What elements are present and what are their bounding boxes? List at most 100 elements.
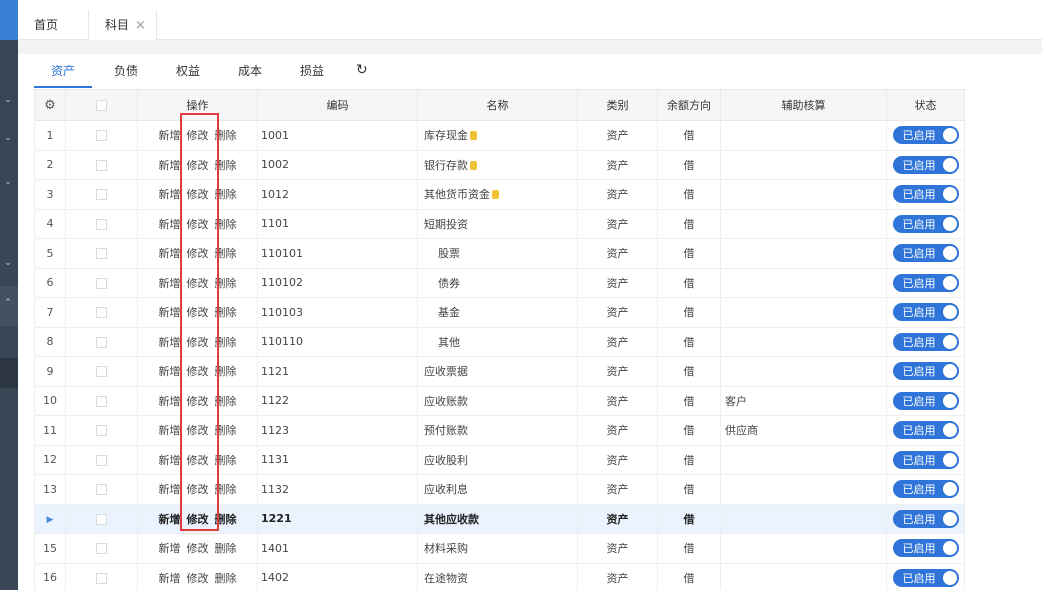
edit-button[interactable]: 修改 xyxy=(187,483,209,496)
edit-button[interactable]: 修改 xyxy=(187,395,209,408)
add-button[interactable]: 新增 xyxy=(159,395,181,408)
status-toggle[interactable]: 已启用 xyxy=(892,273,959,292)
table-row[interactable]: 11 新增 修改 删除 1123 预付账款 资产借供应商 已启用 xyxy=(34,415,965,446)
status-toggle[interactable]: 已启用 xyxy=(892,539,959,558)
add-button[interactable]: 新增 xyxy=(159,218,181,231)
row-select[interactable] xyxy=(65,208,138,239)
delete-button[interactable]: 删除 xyxy=(215,365,237,378)
status-toggle[interactable]: 已启用 xyxy=(892,303,959,322)
delete-button[interactable]: 删除 xyxy=(215,542,237,555)
row-checkbox[interactable] xyxy=(96,425,107,437)
table-row[interactable]: 16 新增 修改 删除 1402 在途物资 资产借已启用 xyxy=(34,562,965,590)
select-all-header[interactable] xyxy=(65,89,138,121)
edit-button[interactable]: 修改 xyxy=(187,277,209,290)
category-tab-equity[interactable]: 权益 xyxy=(166,58,210,88)
status-toggle[interactable]: 已启用 xyxy=(892,480,959,499)
edit-button[interactable]: 修改 xyxy=(187,424,209,437)
edit-button[interactable]: 修改 xyxy=(187,129,209,142)
settings-icon[interactable]: ⚙ xyxy=(44,98,56,113)
status-toggle[interactable]: 已启用 xyxy=(892,126,959,145)
edit-button[interactable]: 修改 xyxy=(187,159,209,172)
add-button[interactable]: 新增 xyxy=(159,483,181,496)
row-checkbox[interactable] xyxy=(96,336,107,348)
select-all-checkbox[interactable] xyxy=(96,100,107,111)
table-row[interactable]: 13 新增 修改 删除 1132 应收利息 资产借已启用 xyxy=(34,474,965,505)
row-select[interactable] xyxy=(65,297,138,328)
refresh-icon[interactable]: ↻ xyxy=(356,62,368,78)
table-row[interactable]: 5 新增 修改 删除 110101 股票 资产借已启用 xyxy=(34,238,965,269)
row-checkbox[interactable] xyxy=(96,484,107,496)
row-checkbox[interactable] xyxy=(96,513,107,525)
row-select[interactable] xyxy=(65,326,138,357)
tab-home[interactable]: 首页 xyxy=(18,10,74,40)
add-button[interactable]: 新增 xyxy=(159,336,181,349)
category-tab-cost[interactable]: 成本 xyxy=(228,58,272,88)
add-button[interactable]: 新增 xyxy=(159,542,181,555)
add-button[interactable]: 新增 xyxy=(159,306,181,319)
status-toggle[interactable]: 已启用 xyxy=(892,391,959,410)
add-button[interactable]: 新增 xyxy=(159,572,181,585)
close-icon[interactable]: × xyxy=(135,18,146,33)
row-select[interactable] xyxy=(65,533,138,564)
edit-button[interactable]: 修改 xyxy=(187,336,209,349)
add-button[interactable]: 新增 xyxy=(159,129,181,142)
row-select[interactable] xyxy=(65,503,138,534)
row-select[interactable] xyxy=(65,415,138,446)
row-checkbox[interactable] xyxy=(96,395,107,407)
delete-button[interactable]: 删除 xyxy=(215,513,237,526)
edit-button[interactable]: 修改 xyxy=(187,218,209,231)
add-button[interactable]: 新增 xyxy=(159,188,181,201)
table-row[interactable]: 12 新增 修改 删除 1131 应收股利 资产借已启用 xyxy=(34,444,965,475)
add-button[interactable]: 新增 xyxy=(159,424,181,437)
table-row[interactable]: 2 新增 修改 删除 1002 银行存款 资产借已启用 xyxy=(34,149,965,180)
add-button[interactable]: 新增 xyxy=(159,513,181,526)
row-checkbox[interactable] xyxy=(96,572,107,584)
table-row[interactable]: 9 新增 修改 删除 1121 应收票据 资产借已启用 xyxy=(34,356,965,387)
table-row[interactable]: 3 新增 修改 删除 1012 其他货币资金 资产借已启用 xyxy=(34,179,965,210)
add-button[interactable]: 新增 xyxy=(159,454,181,467)
chevron-down-icon[interactable]: ⌄ xyxy=(1,131,15,145)
row-select[interactable] xyxy=(65,120,138,151)
status-toggle[interactable]: 已启用 xyxy=(892,421,959,440)
status-toggle[interactable]: 已启用 xyxy=(892,362,959,381)
table-row[interactable]: 6 新增 修改 删除 110102 债券 资产借已启用 xyxy=(34,267,965,298)
row-select[interactable] xyxy=(65,356,138,387)
status-toggle[interactable]: 已启用 xyxy=(892,244,959,263)
category-tab-assets[interactable]: 资产 xyxy=(34,58,92,88)
row-select[interactable] xyxy=(65,179,138,210)
delete-button[interactable]: 删除 xyxy=(215,483,237,496)
delete-button[interactable]: 删除 xyxy=(215,454,237,467)
delete-button[interactable]: 删除 xyxy=(215,159,237,172)
row-checkbox[interactable] xyxy=(96,218,107,230)
status-toggle[interactable]: 已启用 xyxy=(892,332,959,351)
row-select[interactable] xyxy=(65,444,138,475)
table-row[interactable]: 4 新增 修改 删除 1101 短期投资 资产借已启用 xyxy=(34,208,965,239)
edit-button[interactable]: 修改 xyxy=(187,365,209,378)
tab-subjects[interactable]: 科目 × xyxy=(88,10,157,40)
row-select[interactable] xyxy=(65,149,138,180)
row-checkbox[interactable] xyxy=(96,159,107,171)
row-checkbox[interactable] xyxy=(96,130,107,142)
status-toggle[interactable]: 已启用 xyxy=(892,155,959,174)
table-row[interactable]: 7 新增 修改 删除 110103 基金 资产借已启用 xyxy=(34,297,965,328)
delete-button[interactable]: 删除 xyxy=(215,572,237,585)
edit-button[interactable]: 修改 xyxy=(187,306,209,319)
table-row[interactable]: ▶ 新增 修改 删除 1221 其他应收款 资产借已启用 xyxy=(34,503,965,534)
row-checkbox[interactable] xyxy=(96,307,107,319)
status-toggle[interactable]: 已启用 xyxy=(892,509,959,528)
add-button[interactable]: 新增 xyxy=(159,247,181,260)
column-settings-header[interactable]: ⚙ xyxy=(34,89,66,121)
delete-button[interactable]: 删除 xyxy=(215,277,237,290)
row-select[interactable] xyxy=(65,385,138,416)
edit-button[interactable]: 修改 xyxy=(187,188,209,201)
row-select[interactable] xyxy=(65,562,138,590)
delete-button[interactable]: 删除 xyxy=(215,336,237,349)
table-row[interactable]: 15 新增 修改 删除 1401 材料采购 资产借已启用 xyxy=(34,533,965,564)
edit-button[interactable]: 修改 xyxy=(187,247,209,260)
edit-button[interactable]: 修改 xyxy=(187,572,209,585)
add-button[interactable]: 新增 xyxy=(159,365,181,378)
chevron-down-icon[interactable]: ⌄ xyxy=(1,175,15,189)
status-toggle[interactable]: 已启用 xyxy=(892,450,959,469)
edit-button[interactable]: 修改 xyxy=(187,513,209,526)
add-button[interactable]: 新增 xyxy=(159,277,181,290)
